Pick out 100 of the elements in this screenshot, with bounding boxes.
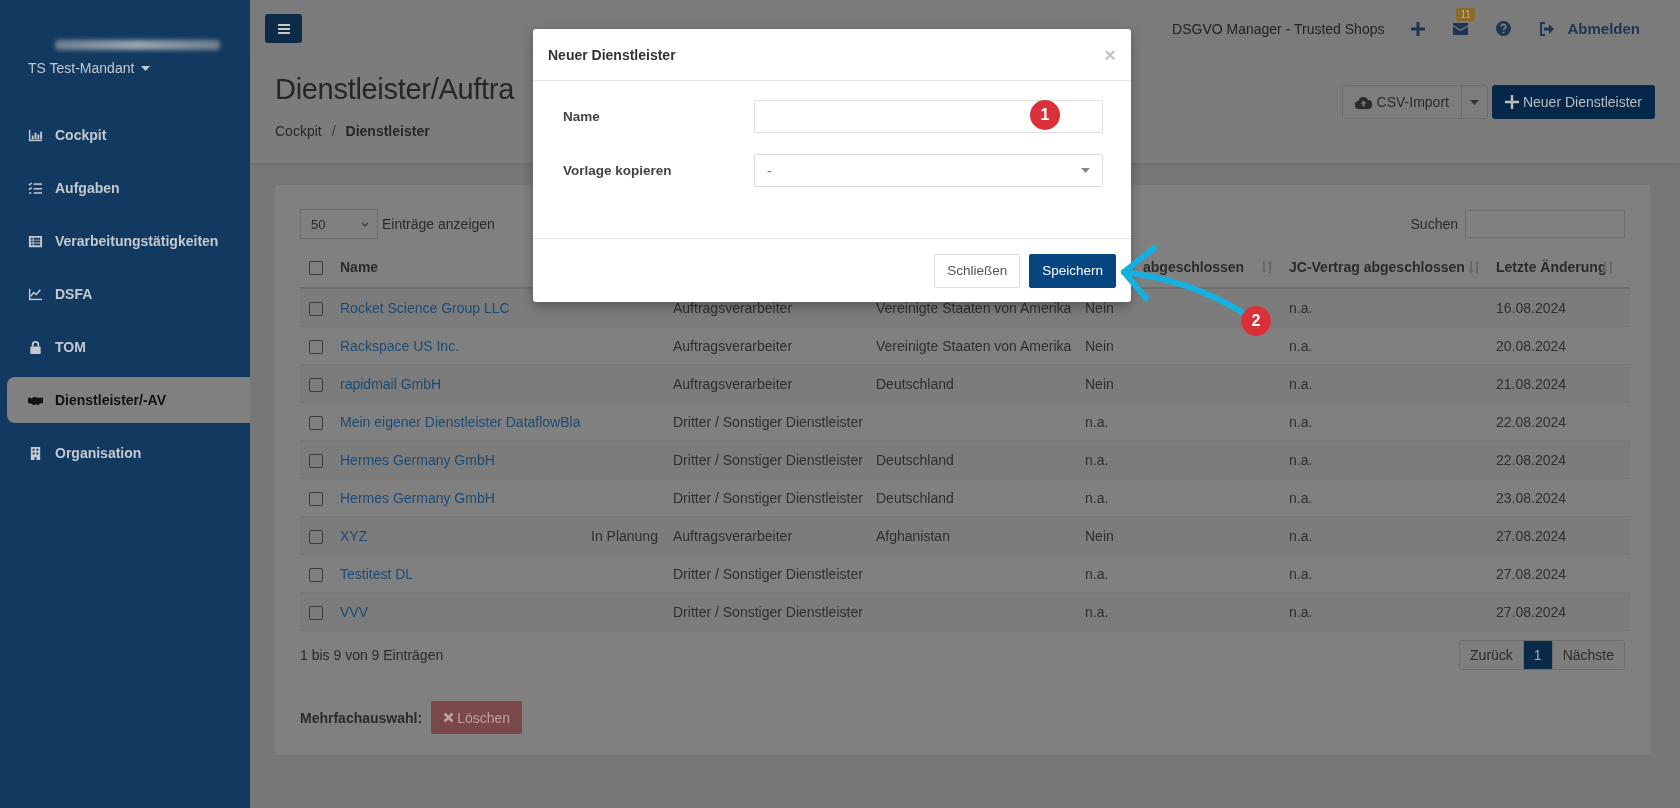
table-cell: 27.08.2024 (1496, 565, 1567, 582)
table-cell: Auftragsverarbeiter (673, 375, 793, 392)
sidebar-item[interactable]: TOM (7, 324, 250, 370)
table-cell: 23.08.2024 (1496, 489, 1567, 506)
provider-link[interactable]: Rackspace US Inc. (340, 337, 460, 354)
plus-icon[interactable] (1411, 21, 1426, 36)
row-checkbox[interactable] (309, 567, 323, 582)
table-cell: Dritter / Sonstiger Dienstleister (673, 489, 863, 506)
column-header[interactable]: JC-Vertrag abgeschlossen (1289, 259, 1465, 275)
table-cell: n.a. (1289, 489, 1313, 506)
table-cell: 27.08.2024 (1496, 603, 1567, 620)
provider-link[interactable]: Testitest DL (340, 565, 414, 582)
row-checkbox[interactable] (309, 605, 323, 620)
table-cell: Nein (1085, 527, 1114, 544)
field-label: Name (563, 109, 600, 124)
page-size-select[interactable]: 50 (300, 209, 378, 239)
table-cell: Dritter / Sonstiger Dienstleister (673, 451, 863, 468)
dialog-title: Neuer Dienstleister (548, 46, 676, 63)
table-cell: 22.08.2024 (1496, 413, 1567, 430)
help-icon[interactable] (1496, 21, 1512, 36)
table-cell: n.a. (1085, 451, 1109, 468)
close-icon (443, 712, 455, 723)
table-cell: Auftragsverarbeiter (673, 527, 793, 544)
row-checkbox[interactable] (309, 415, 323, 430)
row-checkbox[interactable] (309, 529, 323, 544)
column-header[interactable]: Name (340, 259, 379, 275)
table-cell: Nein (1085, 337, 1114, 354)
mail-icon[interactable] (1453, 22, 1469, 35)
table-cell: Auftragsverarbeiter (673, 299, 793, 316)
table-cell: Auftragsverarbeiter (673, 337, 793, 354)
table-cell: Deutschland (876, 375, 954, 392)
cloud-upload-icon (1354, 95, 1372, 109)
sidebar-item[interactable]: Cockpit (7, 112, 250, 158)
logout-button[interactable]: Abmelden (1539, 20, 1640, 37)
table-cell: 21.08.2024 (1496, 375, 1567, 392)
table-cell: Afghanistan (876, 527, 950, 544)
name-field[interactable] (754, 100, 1103, 133)
notification-badge: 11 (1456, 7, 1475, 21)
tenant-dropdown[interactable]: TS Test-Mandant (28, 60, 151, 76)
table-cell: n.a. (1085, 565, 1109, 582)
task-list-icon (28, 180, 43, 196)
table-cell: n.a. (1085, 489, 1109, 506)
table-cell: Dritter / Sonstiger Dienstleister (673, 413, 863, 430)
table-cell: n.a. (1289, 527, 1313, 544)
table-cell: Dritter / Sonstiger Dienstleister (673, 603, 863, 620)
provider-link[interactable]: Mein eigener Dienstleister DataflowBla (340, 413, 581, 430)
sidebar-item[interactable]: Dienstleister/-AV (7, 377, 250, 423)
table-cell: 27.08.2024 (1496, 527, 1567, 544)
provider-link[interactable]: XYZ (340, 527, 368, 544)
sidebar-item[interactable]: Verarbeitungstätigkeiten (7, 218, 250, 264)
table-cell: n.a. (1289, 603, 1313, 620)
table-cell: n.a. (1289, 299, 1313, 316)
page-size-label: Einträge anzeigen (382, 216, 495, 232)
csv-import-button[interactable]: CSV-Import (1342, 86, 1462, 118)
row-checkbox[interactable] (309, 377, 323, 392)
row-checkbox[interactable] (309, 339, 323, 354)
table-cell: n.a. (1289, 451, 1313, 468)
page-title: Dienstleister/Auftra (275, 73, 514, 106)
row-checkbox[interactable] (309, 491, 323, 506)
template-select[interactable]: - (754, 154, 1103, 187)
row-checkbox[interactable] (309, 453, 323, 468)
list-icon (28, 233, 43, 249)
table-cell: Dritter / Sonstiger Dienstleister (673, 565, 863, 582)
table-cell: 20.08.2024 (1496, 337, 1567, 354)
lock-icon (28, 339, 43, 355)
new-provider-button[interactable]: Neuer Dienstleister (1491, 85, 1655, 119)
plus-icon (1504, 95, 1519, 109)
search-label: Suchen (1410, 216, 1458, 232)
table-cell: Nein (1085, 299, 1114, 316)
sidebar-item[interactable]: Aufgaben (7, 165, 250, 211)
provider-link[interactable]: VVV (340, 603, 368, 620)
table-cell: n.a. (1289, 565, 1313, 582)
pagination-button[interactable]: 1 (1522, 641, 1552, 669)
bar-chart-icon (28, 127, 43, 143)
provider-link[interactable]: Hermes Germany GmbH (340, 489, 495, 506)
table-cell: 16.08.2024 (1496, 299, 1567, 316)
sidebar-item[interactable]: Organisation (7, 430, 250, 476)
table-cell: Vereinigte Staaten von Amerika (876, 337, 1072, 354)
menu-button[interactable] (265, 14, 302, 43)
select-all-checkbox[interactable] (309, 261, 323, 276)
breadcrumb-link[interactable]: Cockpit (275, 123, 322, 139)
sidebar-item[interactable]: DSFA (7, 271, 250, 317)
table-info: 1 bis 9 von 9 Einträgen (300, 647, 444, 663)
close-dialog-button[interactable]: Schließen (934, 253, 1021, 288)
table-cell: Deutschland (876, 451, 954, 468)
row-checkbox[interactable] (309, 301, 323, 316)
line-chart-icon (28, 286, 43, 302)
table-cell: Nein (1085, 375, 1114, 392)
status-text: In Planung (591, 527, 658, 544)
logout-icon (1539, 21, 1556, 36)
save-button[interactable]: Speichern (1029, 253, 1116, 288)
caret-icon (1081, 168, 1090, 173)
table-cell: n.a. (1085, 603, 1109, 620)
pagination-button[interactable]: Nächste (1551, 641, 1624, 669)
breadcrumb-current: Dienstleister (345, 123, 430, 139)
provider-link[interactable]: rapidmail GmbH (340, 375, 442, 392)
caret-icon (1469, 99, 1479, 105)
field-label: Vorlage kopieren (563, 163, 672, 178)
delete-button[interactable]: Löschen (431, 701, 523, 734)
table-cell: 22.08.2024 (1496, 451, 1567, 468)
